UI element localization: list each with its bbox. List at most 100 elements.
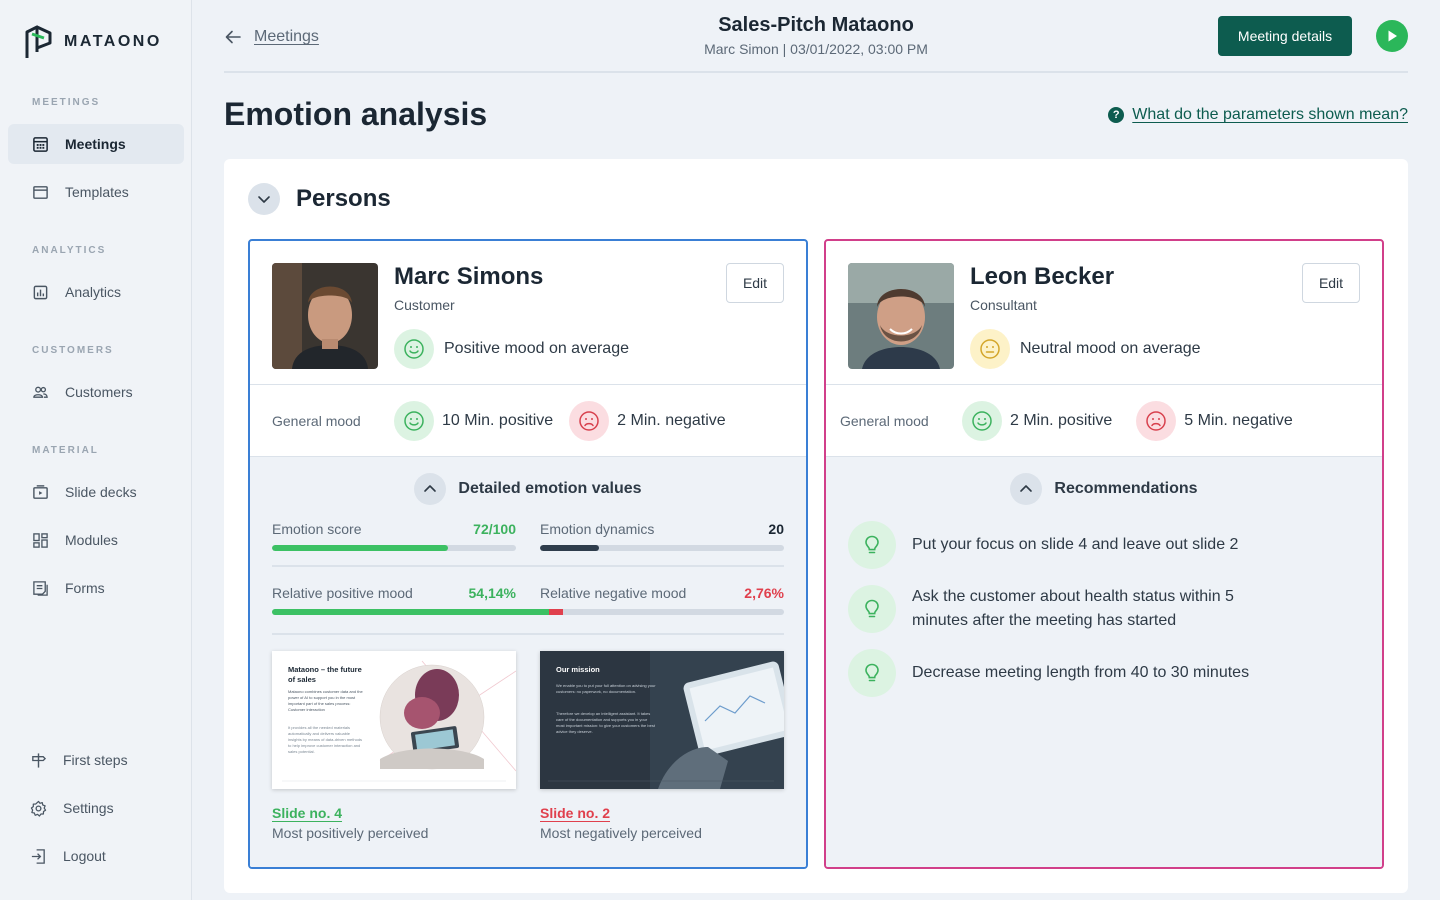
brand-logo[interactable]: MATAONO: [24, 24, 162, 60]
general-mood-row: General mood 2 Min. positive 5 Min. nega…: [826, 385, 1382, 457]
slide-2-thumbnail[interactable]: Our mission We enable you to put your fu…: [540, 651, 784, 789]
meeting-header: Sales-Pitch Mataono Marc Simon | 03/01/2…: [616, 14, 1016, 57]
negative-minutes: 5 Min. negative: [1136, 400, 1293, 441]
sidebar-item-analytics[interactable]: Analytics: [8, 272, 184, 312]
sidebar-item-slide-decks[interactable]: Slide decks: [8, 472, 184, 512]
persons-collapse-button[interactable]: [248, 183, 280, 215]
recommendations-title: Recommendations: [1054, 480, 1198, 497]
sidebar-item-first-steps[interactable]: First steps: [8, 740, 184, 780]
detailed-emotion-collapse-button[interactable]: [414, 473, 447, 505]
slides-divider: [272, 633, 784, 635]
relative-positive-metric: Relative positive mood 54,14%: [272, 585, 516, 601]
detailed-emotion-section: Detailed emotion values Emotion score 72/…: [250, 457, 806, 867]
relative-positive-fill: [272, 609, 550, 615]
metrics-divider: [272, 565, 784, 567]
back-to-meetings-link[interactable]: Meetings: [224, 28, 319, 46]
general-mood-label: General mood: [272, 412, 361, 429]
play-button[interactable]: [1376, 20, 1408, 52]
bar-chart-icon: [33, 285, 48, 299]
parameters-help-link[interactable]: ? What do the parameters shown mean?: [1108, 106, 1408, 124]
meeting-title: Sales-Pitch Mataono: [718, 14, 914, 36]
recommendations-header: Recommendations: [826, 473, 1382, 505]
sidebar-item-logout[interactable]: Logout: [8, 836, 184, 876]
sidebar-item-label: Modules: [65, 532, 118, 548]
recommendation-text: Decrease meeting length from 40 to 30 mi…: [912, 664, 1250, 681]
metric-value: 72/100: [473, 521, 516, 537]
person-role: Customer: [394, 297, 455, 313]
person-summary: Marc Simons Customer Positive mood on av…: [250, 241, 806, 385]
person-card-marc-simons: Marc Simons Customer Positive mood on av…: [248, 239, 808, 869]
person-summary: Leon Becker Consultant Neutral mood on a…: [826, 241, 1382, 385]
emotion-score-bar: [272, 545, 516, 551]
chevron-down-icon: [258, 196, 270, 203]
calendar-grid-icon: [33, 136, 48, 152]
lightbulb-icon: [848, 649, 896, 697]
slides-icon: [33, 484, 48, 499]
emotion-dynamics-fill: [540, 545, 599, 551]
relative-mood-bar: [272, 609, 784, 615]
edit-person-button[interactable]: Edit: [1302, 263, 1360, 303]
emotion-score-metric: Emotion score 72/100: [272, 521, 516, 551]
slide-2-link[interactable]: Slide no. 2: [540, 805, 784, 821]
help-icon: ?: [1108, 107, 1125, 123]
lightbulb-icon: [848, 585, 896, 633]
positive-minutes-label: 10 Min. positive: [442, 411, 554, 429]
brand-name: MATAONO: [64, 33, 162, 50]
relative-negative-metric: Relative negative mood 2,76%: [540, 585, 784, 601]
avatar: [272, 263, 378, 369]
edit-person-button[interactable]: Edit: [726, 263, 784, 303]
slide-body-2: Therefore we develop an intelligent assi…: [556, 711, 655, 734]
smiley-happy-icon: [962, 400, 1002, 441]
positive-minutes-label: 2 Min. positive: [1010, 411, 1113, 429]
sidebar-item-customers[interactable]: Customers: [8, 372, 184, 412]
metric-label: Emotion score: [272, 521, 362, 537]
average-mood-label: Neutral mood on average: [1020, 340, 1201, 357]
sidebar-item-forms[interactable]: Forms: [8, 568, 184, 608]
person-name: Marc Simons: [394, 263, 544, 290]
sidebar-item-templates[interactable]: Templates: [8, 172, 184, 212]
sidebar-item-label: Logout: [63, 848, 106, 864]
negative-minutes-label: 5 Min. negative: [1184, 411, 1293, 429]
slide-negative: Our mission We enable you to put your fu…: [540, 651, 784, 841]
avatar: [848, 263, 954, 369]
sidebar-item-modules[interactable]: Modules: [8, 520, 184, 560]
meeting-details-button[interactable]: Meeting details: [1218, 16, 1352, 56]
recommendations-collapse-button[interactable]: [1010, 473, 1043, 505]
nav-section-analytics: ANALYTICS: [32, 245, 107, 256]
metric-label: Relative negative mood: [540, 585, 687, 601]
recommendation-item: Put your focus on slide 4 and leave out …: [848, 521, 1328, 569]
slide-4-link[interactable]: Slide no. 4: [272, 805, 516, 821]
detailed-emotion-header: Detailed emotion values: [250, 473, 806, 505]
persons-panel: Persons Marc Simons Customer Positive mo…: [224, 159, 1408, 893]
grid-icon: [33, 532, 48, 548]
gear-icon: [30, 800, 47, 817]
mataono-logo-icon: [25, 25, 52, 58]
emotion-dynamics-bar: [540, 545, 784, 551]
recommendation-item: Ask the customer about health status wit…: [848, 585, 1328, 633]
recommendation-text: Ask the customer about health status wit…: [912, 588, 1234, 629]
persons-title: Persons: [296, 185, 391, 212]
sidebar-item-settings[interactable]: Settings: [8, 788, 184, 828]
sidebar-item-label: Settings: [63, 800, 114, 816]
signpost-icon: [32, 752, 47, 768]
slide-body: We enable you to put your full attention…: [556, 683, 656, 694]
recommendations-section: Recommendations Put your focus on slide …: [826, 457, 1382, 867]
metric-label: Relative positive mood: [272, 585, 413, 601]
sidebar-item-label: Slide decks: [65, 484, 137, 500]
detailed-emotion-title: Detailed emotion values: [458, 480, 642, 497]
sidebar-item-label: Meetings: [65, 136, 126, 152]
smiley-sad-icon: [569, 400, 610, 441]
sidebar-item-label: First steps: [63, 752, 128, 768]
sidebar-item-label: Forms: [65, 580, 105, 596]
slide-4-caption: Most positively perceived: [272, 825, 429, 841]
person-photo-icon: [848, 263, 954, 369]
users-icon: [33, 386, 48, 398]
meeting-subtitle: Marc Simon | 03/01/2022, 03:00 PM: [704, 41, 928, 57]
sidebar-item-label: Analytics: [65, 284, 122, 300]
average-mood: Positive mood on average: [394, 329, 629, 369]
sidebar-item-meetings[interactable]: Meetings: [8, 124, 184, 164]
sidebar-item-label: Customers: [65, 384, 133, 400]
nav-section-material: MATERIAL: [32, 445, 99, 456]
person-card-leon-becker: Leon Becker Consultant Neutral mood on a…: [824, 239, 1384, 869]
slide-4-thumbnail[interactable]: Mataono – the future of sales Mataono co…: [272, 651, 516, 789]
